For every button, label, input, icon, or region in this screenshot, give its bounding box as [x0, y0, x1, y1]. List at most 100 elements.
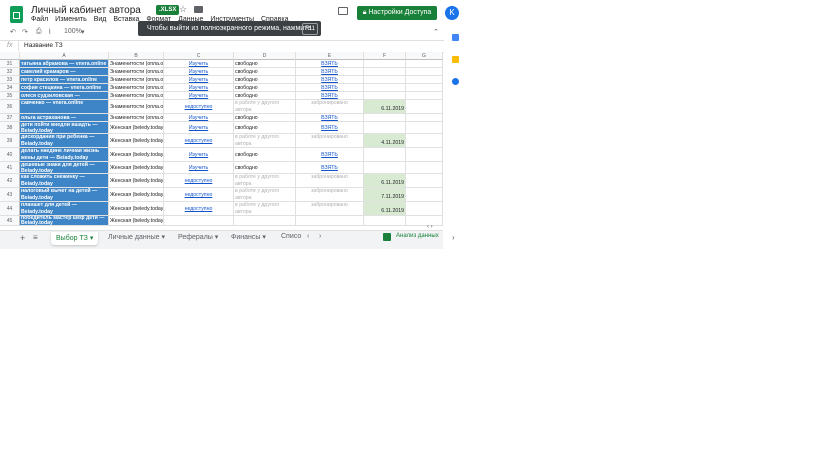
- menu-insert[interactable]: Вставка: [113, 16, 139, 23]
- category-cell[interactable]: Женская (beledy.today): [109, 216, 164, 226]
- explore-icon[interactable]: [383, 233, 391, 241]
- date-cell[interactable]: [364, 92, 406, 100]
- study-link[interactable]: недоступно: [164, 100, 234, 114]
- topic-cell[interactable]: петр красилов — vnera.online: [20, 76, 109, 84]
- empty-cell[interactable]: [406, 114, 443, 122]
- column-header-c[interactable]: C: [164, 52, 234, 60]
- menu-edit[interactable]: Изменить: [55, 16, 87, 23]
- study-link[interactable]: Изучить: [164, 60, 234, 68]
- take-link[interactable]: забронировано: [296, 188, 364, 202]
- study-link[interactable]: Изучить: [164, 84, 234, 92]
- topic-cell[interactable]: как сложить снежинку — Beiady.today: [20, 174, 109, 188]
- column-header-b[interactable]: B: [109, 52, 164, 60]
- take-link[interactable]: [296, 216, 364, 226]
- topic-cell[interactable]: олеся судзиловская — vnera.online: [20, 92, 109, 100]
- expand-side-panel-icon[interactable]: ›: [452, 233, 455, 242]
- date-cell[interactable]: [364, 76, 406, 84]
- row-number[interactable]: 32: [0, 68, 20, 76]
- menu-view[interactable]: Вид: [94, 16, 107, 23]
- row-number[interactable]: 39: [0, 134, 20, 148]
- row-number[interactable]: 44: [0, 202, 20, 216]
- date-cell[interactable]: [364, 84, 406, 92]
- study-link[interactable]: недоступно: [164, 202, 234, 216]
- status-cell[interactable]: свободно: [234, 60, 296, 68]
- study-link[interactable]: Изучить: [164, 76, 234, 84]
- take-link[interactable]: ВЗЯТЬ: [296, 92, 364, 100]
- empty-cell[interactable]: [406, 60, 443, 68]
- row-number[interactable]: 31: [0, 60, 20, 68]
- take-link[interactable]: ВЗЯТЬ: [296, 68, 364, 76]
- date-cell[interactable]: [364, 148, 406, 162]
- empty-cell[interactable]: [406, 134, 443, 148]
- tab-scroll-right-icon[interactable]: ›: [319, 233, 321, 240]
- keep-icon[interactable]: [452, 56, 459, 63]
- take-link[interactable]: ВЗЯТЬ: [296, 162, 364, 174]
- category-cell[interactable]: Женская (beledy.today): [109, 202, 164, 216]
- date-cell[interactable]: [364, 68, 406, 76]
- empty-cell[interactable]: [406, 76, 443, 84]
- add-sheet-icon[interactable]: +: [20, 233, 25, 243]
- topic-cell[interactable]: софия стецкина — vnera.online: [20, 84, 109, 92]
- take-link[interactable]: забронировано: [296, 174, 364, 188]
- column-header-g[interactable]: G: [406, 52, 443, 60]
- empty-cell[interactable]: [406, 84, 443, 92]
- study-link[interactable]: недоступно: [164, 134, 234, 148]
- empty-cell[interactable]: [406, 92, 443, 100]
- status-cell[interactable]: в работе у другого автора: [234, 174, 296, 188]
- menu-file[interactable]: Файл: [31, 16, 48, 23]
- star-icon[interactable]: ☆: [179, 4, 187, 15]
- tab-referrals[interactable]: Рефералы ▾: [178, 233, 218, 241]
- date-cell[interactable]: 7.11.2019: [364, 188, 406, 202]
- tab-vybor-tz[interactable]: Выбор ТЗ ▾: [51, 232, 99, 245]
- row-number[interactable]: 43: [0, 188, 20, 202]
- collapse-toolbar-icon[interactable]: ⌃: [433, 28, 439, 36]
- topic-cell[interactable]: делать наедине личная жизнь жены дети — …: [20, 148, 109, 162]
- topic-cell[interactable]: савченко — vnera.online: [20, 100, 109, 114]
- date-cell[interactable]: 6.11.2019: [364, 202, 406, 216]
- status-cell[interactable]: свободно: [234, 68, 296, 76]
- formula-input[interactable]: Название ТЗ: [24, 42, 63, 49]
- redo-icon[interactable]: ↷: [22, 28, 28, 36]
- print-icon[interactable]: ⎙: [36, 28, 42, 36]
- category-cell[interactable]: Женская (beledy.today): [109, 188, 164, 202]
- paint-format-icon[interactable]: ⌇: [48, 28, 51, 36]
- category-cell[interactable]: Женская (beledy.today): [109, 162, 164, 174]
- row-number[interactable]: 40: [0, 148, 20, 162]
- select-all-corner[interactable]: [0, 52, 20, 60]
- topic-cell[interactable]: савелий крамаров — vnera.online: [20, 68, 109, 76]
- date-cell[interactable]: [364, 216, 406, 226]
- date-cell[interactable]: 4.11.2019: [364, 134, 406, 148]
- status-cell[interactable]: свободно: [234, 76, 296, 84]
- category-cell[interactable]: Знаменитости (опла.о: [109, 114, 164, 122]
- empty-cell[interactable]: [406, 148, 443, 162]
- category-cell[interactable]: Женская (beledy.today): [109, 148, 164, 162]
- status-cell[interactable]: свободно: [234, 148, 296, 162]
- category-cell[interactable]: Знаменитости (опла.о: [109, 100, 164, 114]
- date-cell[interactable]: [364, 122, 406, 134]
- take-link[interactable]: ВЗЯТЬ: [296, 60, 364, 68]
- topic-cell[interactable]: планшет для детей — Beiady.today: [20, 202, 109, 216]
- explore-button[interactable]: Анализ данных: [396, 233, 439, 239]
- take-link[interactable]: ВЗЯТЬ: [296, 76, 364, 84]
- study-link[interactable]: Изучить: [164, 148, 234, 162]
- study-link[interactable]: недоступно: [164, 174, 234, 188]
- topic-cell[interactable]: дискордания при ребенка — Beiady.today: [20, 134, 109, 148]
- status-cell[interactable]: свободно: [234, 122, 296, 134]
- tab-scroll-left-icon[interactable]: ‹: [307, 233, 309, 240]
- date-cell[interactable]: [364, 60, 406, 68]
- empty-cell[interactable]: [406, 174, 443, 188]
- category-cell[interactable]: Знаменитости (опла.о: [109, 60, 164, 68]
- row-number[interactable]: 38: [0, 122, 20, 134]
- row-number[interactable]: 35: [0, 92, 20, 100]
- study-link[interactable]: Изучить: [164, 92, 234, 100]
- study-link[interactable]: [164, 216, 234, 226]
- status-cell[interactable]: свободно: [234, 114, 296, 122]
- tab-finance[interactable]: Финансы ▾: [231, 233, 266, 241]
- empty-cell[interactable]: [406, 68, 443, 76]
- row-number[interactable]: 37: [0, 114, 20, 122]
- tab-personal-data[interactable]: Личные данные ▾: [108, 233, 165, 241]
- category-cell[interactable]: Женская (beledy.today): [109, 174, 164, 188]
- status-cell[interactable]: в работе у другого автора: [234, 188, 296, 202]
- category-cell[interactable]: Женская (beledy.today): [109, 122, 164, 134]
- hscroll-arrows[interactable]: ‹ ›: [427, 224, 433, 230]
